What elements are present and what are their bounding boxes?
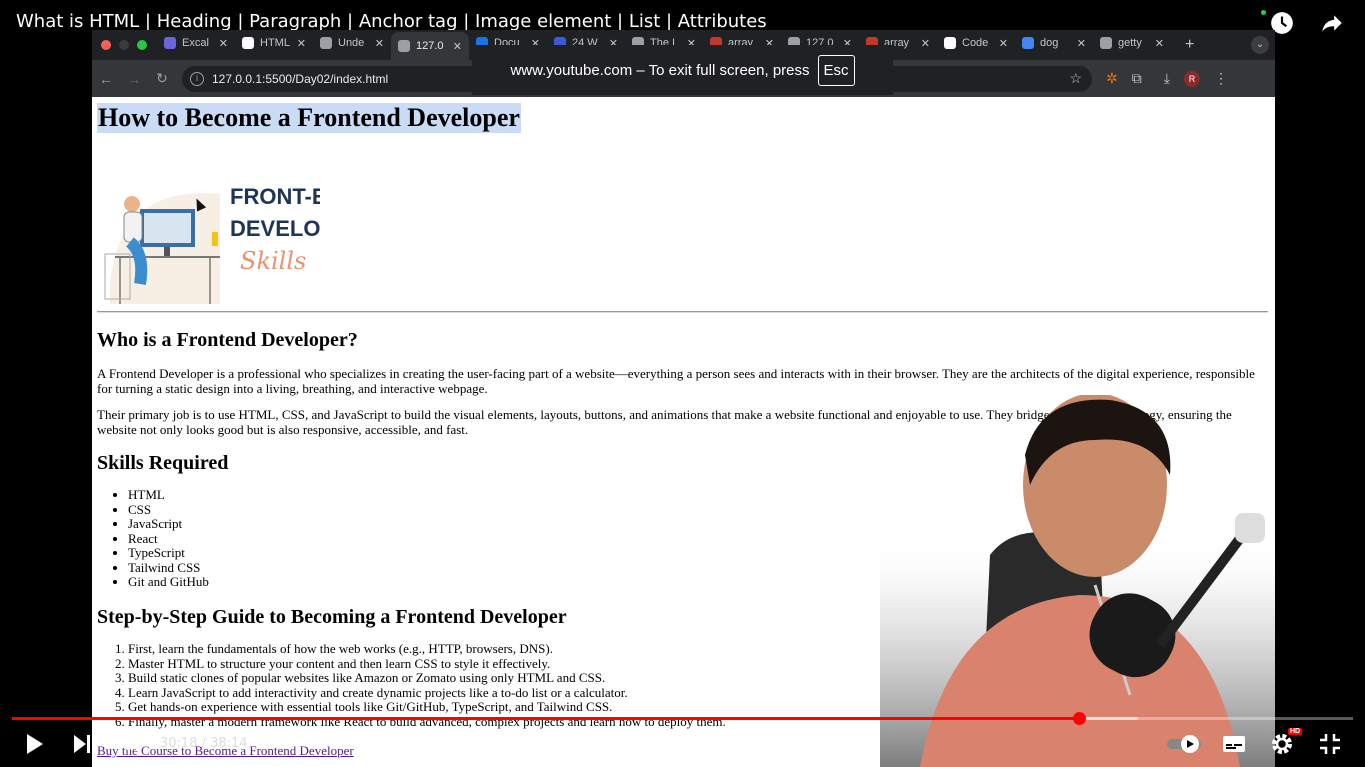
tab-close-icon[interactable]: ✕ xyxy=(297,37,306,50)
extension-icon[interactable]: ✲ xyxy=(1106,70,1118,87)
tab-label: Code xyxy=(962,37,989,49)
steps-list-item: Build static clones of popular websites … xyxy=(128,670,726,686)
hero-text-line2: DEVELOPER xyxy=(230,216,320,241)
tab-favicon-icon xyxy=(164,37,176,49)
download-icon[interactable]: ⤓ xyxy=(1164,70,1170,87)
next-video-icon[interactable] xyxy=(72,732,92,756)
tab-close-icon[interactable]: ✕ xyxy=(219,37,228,50)
back-icon[interactable]: ← xyxy=(92,71,120,87)
skills-list-item: React xyxy=(128,531,209,547)
reload-icon[interactable]: ↻ xyxy=(148,70,176,87)
tab-close-icon[interactable]: ✕ xyxy=(1077,37,1086,50)
steps-list-item: Get hands-on experience with essential t… xyxy=(128,699,726,715)
tab-favicon-icon xyxy=(1100,37,1112,49)
hd-badge: HD xyxy=(1288,728,1303,735)
tab-label: Unde xyxy=(338,37,365,49)
tab-search-icon[interactable]: ⌄ xyxy=(1251,36,1269,54)
browser-tab[interactable]: Excal ✕ xyxy=(157,30,235,56)
skills-list-item: CSS xyxy=(128,502,209,518)
status-dot xyxy=(1261,10,1266,15)
browser-menu-icon[interactable]: ⋮ xyxy=(1214,70,1228,87)
browser-tab[interactable]: Code ✕ xyxy=(937,30,1015,56)
tab-favicon-icon xyxy=(398,40,410,52)
tab-favicon-icon xyxy=(944,37,956,49)
bookmark-star-icon[interactable]: ☆ xyxy=(1069,70,1082,87)
play-icon[interactable] xyxy=(24,732,46,756)
share-icon[interactable] xyxy=(1319,10,1345,36)
tab-close-icon[interactable]: ✕ xyxy=(999,37,1008,50)
minimize-window-button[interactable] xyxy=(119,40,129,50)
autoplay-toggle-icon[interactable] xyxy=(1166,732,1202,756)
tab-label: 127.0 xyxy=(416,40,444,52)
new-tab-button[interactable]: + xyxy=(1185,36,1194,54)
steps-list: First, learn the fundamentals of how the… xyxy=(97,641,726,729)
browser-tab[interactable]: HTML ✕ xyxy=(235,30,313,56)
video-title: What is HTML | Heading | Paragraph | Anc… xyxy=(16,11,767,32)
tab-favicon-icon xyxy=(320,37,332,49)
window-controls xyxy=(101,40,147,50)
hero-text-line1: FRONT-END xyxy=(230,184,320,209)
skills-list-item: JavaScript xyxy=(128,516,209,532)
tab-label: Excal xyxy=(182,37,209,49)
steps-list-item: Master HTML to structure your content an… xyxy=(128,656,726,672)
frontend-developer-illustration: FRONT-END DEVELOPER Skills xyxy=(104,184,320,304)
site-info-icon[interactable]: i xyxy=(190,71,204,86)
address-url: 127.0.0.1:5500/Day02/index.html xyxy=(212,71,389,86)
steps-list-item: First, learn the fundamentals of how the… xyxy=(128,641,726,657)
skills-list-item: Tailwind CSS xyxy=(128,560,209,576)
zoom-window-button[interactable] xyxy=(137,40,147,50)
divider xyxy=(97,311,1268,313)
skills-list-item: HTML xyxy=(128,487,209,503)
settings-gear-icon[interactable] xyxy=(1270,732,1294,756)
heading-skills: Skills Required xyxy=(97,452,229,474)
volume-icon[interactable] xyxy=(118,732,142,756)
tab-close-icon[interactable]: ✕ xyxy=(921,37,930,50)
tab-close-icon[interactable]: ✕ xyxy=(375,37,384,50)
player-controls: 30:18 / 38:14 HD xyxy=(0,728,1365,760)
browser-tab[interactable]: getty ✕ xyxy=(1093,30,1171,56)
video-time: 30:18 / 38:14 xyxy=(160,736,248,751)
subtitles-icon[interactable] xyxy=(1222,732,1246,756)
tab-close-icon[interactable]: ✕ xyxy=(453,40,462,53)
paragraph-intro: A Frontend Developer is a professional w… xyxy=(97,366,1255,396)
tab-label: dog xyxy=(1040,37,1059,49)
skills-list: HTMLCSSJavaScriptReactTypeScriptTailwind… xyxy=(97,487,209,590)
tab-close-icon[interactable]: ✕ xyxy=(1155,37,1164,50)
extensions-puzzle-icon[interactable]: ⧉ xyxy=(1132,70,1142,87)
fullscreen-toast-text: www.youtube.com – To exit full screen, p… xyxy=(510,61,810,79)
fullscreen-toast: www.youtube.com – To exit full screen, p… xyxy=(472,45,893,95)
heading-steps: Step-by-Step Guide to Becoming a Fronten… xyxy=(97,606,567,628)
browser-tab[interactable]: 127.0 ✕ xyxy=(391,32,469,60)
skills-list-item: Git and GitHub xyxy=(128,574,209,590)
close-window-button[interactable] xyxy=(101,40,111,50)
esc-key: Esc xyxy=(817,54,855,86)
exit-fullscreen-icon[interactable] xyxy=(1318,732,1342,756)
video-progress-bar[interactable] xyxy=(12,712,1353,725)
heading-who: Who is a Frontend Developer? xyxy=(97,329,358,351)
profile-avatar[interactable]: R xyxy=(1183,70,1200,87)
tab-favicon-icon xyxy=(1022,37,1034,49)
tab-label: getty xyxy=(1118,37,1142,49)
tab-favicon-icon xyxy=(242,37,254,49)
browser-tab[interactable]: Unde ✕ xyxy=(313,30,391,56)
tab-label: HTML xyxy=(260,37,290,49)
browser-tab[interactable]: dog ✕ xyxy=(1015,30,1093,56)
progress-played xyxy=(12,717,1080,720)
forward-icon[interactable]: → xyxy=(120,71,148,87)
steps-list-item: Learn JavaScript to add interactivity an… xyxy=(128,685,726,701)
hero-text-line3: Skills xyxy=(240,247,306,275)
skills-list-item: TypeScript xyxy=(128,545,209,561)
page-heading: How to Become a Frontend Developer xyxy=(97,103,521,133)
